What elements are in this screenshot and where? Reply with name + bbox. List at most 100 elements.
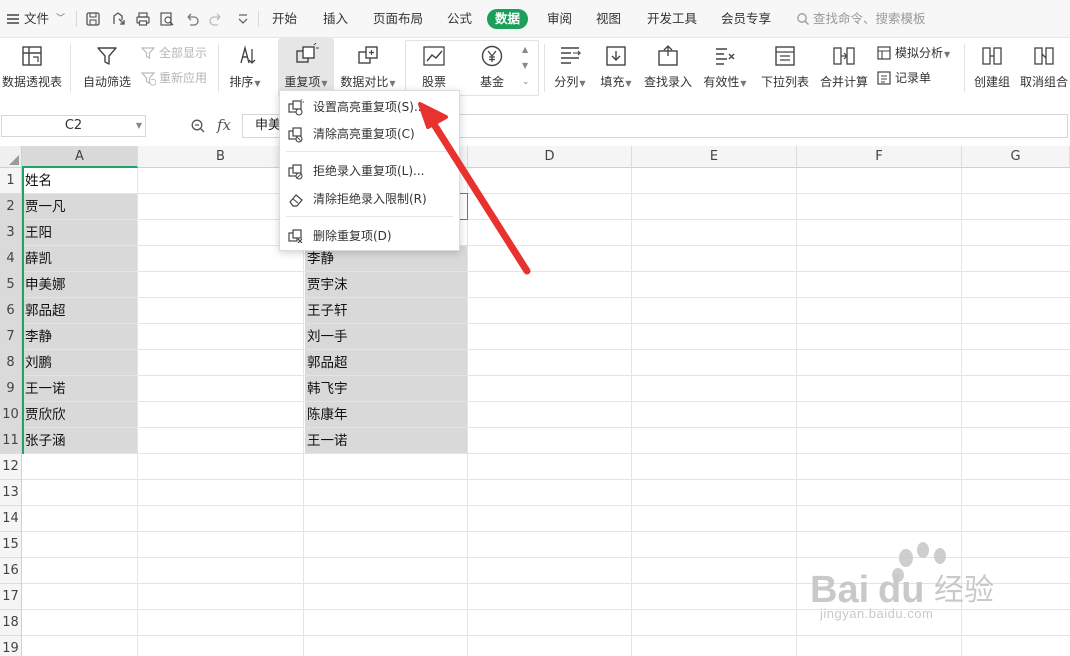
row-header-11[interactable]: 11 (0, 428, 22, 454)
cell-a10[interactable]: 贾欣欣 (22, 402, 138, 428)
menu-item-reject-duplicates[interactable]: 拒绝录入重复项(L)... (280, 158, 459, 184)
row-header-3[interactable]: 3 (0, 220, 22, 246)
row-header-13[interactable]: 13 (0, 480, 22, 506)
menu-item-delete-duplicates[interactable]: 删除重复项(D) (280, 223, 459, 249)
file-menu[interactable]: 文件 (24, 0, 49, 38)
lookup-entry-button[interactable]: 查找录入 (640, 38, 696, 98)
menu-item-clear-highlight[interactable]: 清除高亮重复项(C) (280, 121, 459, 147)
column-header-d[interactable]: D (468, 146, 632, 168)
redo-icon[interactable] (207, 10, 225, 28)
create-group-button[interactable]: 创建组 (970, 38, 1014, 98)
cell-a3[interactable]: 王阳 (22, 220, 138, 246)
tab-developer[interactable]: 开发工具 (647, 0, 697, 38)
tab-home[interactable]: 开始 (272, 0, 297, 38)
cell-a4[interactable]: 薛凯 (22, 246, 138, 272)
cell-c7[interactable]: 刘一手 (304, 324, 468, 350)
cell-c5[interactable]: 贾宇沫 (304, 272, 468, 298)
menu-item-highlight-duplicates[interactable]: 设置高亮重复项(S)... (280, 94, 459, 120)
customize-toolbar-icon[interactable] (234, 10, 252, 28)
eraser-icon (289, 194, 303, 207)
row-header-7[interactable]: 7 (0, 324, 22, 350)
ungroup-button[interactable]: 取消组合 (1018, 38, 1070, 98)
row-header-9[interactable]: 9 (0, 376, 22, 402)
show-all-button[interactable]: 全部显示 (140, 43, 207, 63)
row-header-19[interactable]: 19 (0, 636, 22, 656)
dropdown-list-button[interactable]: 下拉列表 (756, 38, 814, 98)
consolidate-button[interactable]: 合并计算 (816, 38, 872, 98)
row-header-17[interactable]: 17 (0, 584, 22, 610)
expand-icon[interactable]: ⌄ (522, 72, 530, 92)
row-header-18[interactable]: 18 (0, 610, 22, 636)
menu-item-clear-reject[interactable]: 清除拒绝录入限制(R) (280, 186, 459, 212)
hamburger-icon[interactable] (4, 10, 22, 28)
validation-button[interactable]: 有效性▼ (700, 38, 750, 98)
menu-divider (286, 216, 453, 217)
zoom-icon[interactable] (190, 118, 206, 134)
stocks-button[interactable]: 股票 (410, 38, 458, 98)
row-header-6[interactable]: 6 (0, 298, 22, 324)
select-all-corner[interactable] (0, 146, 22, 168)
command-search[interactable]: 查找命令、搜索模板 (796, 0, 926, 38)
column-header-g[interactable]: G (962, 146, 1070, 168)
tab-formulas[interactable]: 公式 (447, 0, 472, 38)
cell-a8[interactable]: 刘鹏 (22, 350, 138, 376)
row-header-4[interactable]: 4 (0, 246, 22, 272)
column-header-a[interactable]: A (22, 146, 138, 168)
print-icon[interactable] (134, 10, 152, 28)
cell-c11[interactable]: 王一诺 (304, 428, 468, 454)
name-box[interactable]: C2 ▼ (1, 115, 146, 137)
pivot-table-button[interactable]: 数据透视表 (0, 38, 64, 98)
print-preview-icon[interactable] (158, 10, 176, 28)
autofilter-button[interactable]: 自动筛选 (78, 38, 136, 98)
reapply-button[interactable]: 重新应用 (140, 68, 207, 88)
cell-a1-header[interactable]: 姓名 (22, 168, 138, 194)
cell-a6[interactable]: 郭品超 (22, 298, 138, 324)
cell-c10[interactable]: 陈康年 (304, 402, 468, 428)
row-header-12[interactable]: 12 (0, 454, 22, 480)
row-header-5[interactable]: 5 (0, 272, 22, 298)
tab-page-layout[interactable]: 页面布局 (373, 0, 423, 38)
fill-button[interactable]: 填充▼ (596, 38, 636, 98)
tab-data[interactable]: 数据 (487, 9, 529, 29)
row-header-14[interactable]: 14 (0, 506, 22, 532)
row-header-10[interactable]: 10 (0, 402, 22, 428)
function-icon[interactable]: fx (217, 116, 231, 134)
record-sheet-button[interactable]: 记录单 (876, 68, 931, 88)
tab-view[interactable]: 视图 (596, 0, 621, 38)
grid-line-h (22, 323, 1070, 324)
export-icon[interactable] (110, 10, 128, 28)
caret-down-icon: ▼ (321, 79, 328, 88)
tab-insert[interactable]: 插入 (323, 0, 348, 38)
row-header-1[interactable]: 1 (0, 168, 22, 194)
cell-c6[interactable]: 王子轩 (304, 298, 468, 324)
cell-a2[interactable]: 贾一凡 (22, 194, 138, 220)
spreadsheet-grid[interactable]: ABCDEFG12345678910111213141516171819姓名贾一… (0, 146, 1070, 656)
duplicates-button[interactable]: 重复项▼ (278, 38, 334, 98)
cell-c8[interactable]: 郭品超 (304, 350, 468, 376)
row-header-15[interactable]: 15 (0, 532, 22, 558)
ribbon-divider (964, 44, 965, 92)
row-header-8[interactable]: 8 (0, 350, 22, 376)
save-icon[interactable] (84, 10, 102, 28)
tab-review[interactable]: 审阅 (547, 0, 572, 38)
cell-a9[interactable]: 王一诺 (22, 376, 138, 402)
data-compare-button[interactable]: 数据对比▼ (338, 38, 398, 98)
column-header-f[interactable]: F (797, 146, 962, 168)
chevron-down-icon[interactable]: ▼ (136, 116, 142, 136)
row-header-2[interactable]: 2 (0, 194, 22, 220)
selection-edge (22, 168, 24, 454)
row-header-16[interactable]: 16 (0, 558, 22, 584)
chevron-down-icon[interactable]: ﹀ (56, 0, 65, 38)
reject-duplicates-icon (288, 164, 303, 180)
funds-button[interactable]: 基金 (468, 38, 516, 98)
sort-button[interactable]: 排序▼ (224, 38, 266, 98)
cell-a11[interactable]: 张子涵 (22, 428, 138, 454)
split-columns-button[interactable]: 分列▼ (550, 38, 590, 98)
cell-c9[interactable]: 韩飞宇 (304, 376, 468, 402)
tab-member[interactable]: 会员专享 (721, 0, 771, 38)
what-if-analysis-button[interactable]: 模拟分析▼ (876, 43, 950, 63)
cell-a5[interactable]: 申美娜 (22, 272, 138, 298)
undo-icon[interactable] (183, 10, 201, 28)
column-header-e[interactable]: E (632, 146, 797, 168)
cell-a7[interactable]: 李静 (22, 324, 138, 350)
